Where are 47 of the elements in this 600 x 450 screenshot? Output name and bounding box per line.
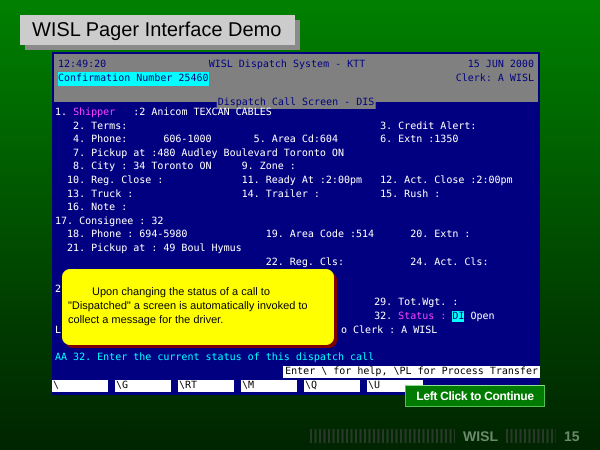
status-message: AA 32. Enter the current status of this dispatch call — [54, 350, 376, 365]
field-text: 606-1000 — [163, 133, 212, 147]
function-key[interactable]: \Q — [304, 380, 360, 392]
field-text: L — [55, 324, 62, 338]
footer-brand: WISL — [463, 428, 498, 444]
field-text: 18. Phone : 694-5980 — [67, 228, 188, 242]
help-bar: Enter \ for help, \PL for Process Transfer — [283, 366, 540, 378]
function-key[interactable]: \RT — [178, 380, 234, 392]
clock-time: 12:49:20 — [58, 58, 106, 72]
field-text: 29. Tot.Wgt. : — [374, 296, 458, 310]
field-text: 4. Phone: — [73, 133, 128, 147]
field-text: 20. Extn : — [410, 228, 470, 242]
page-number: 15 — [564, 428, 580, 444]
field-text: 12. Act. Close :2:00pm — [380, 174, 513, 188]
function-key[interactable]: \ — [52, 380, 108, 392]
function-key[interactable]: \M — [241, 380, 297, 392]
active-field: 1. Shipper :2 Anicom TEXCAN CABLES — [55, 106, 272, 120]
slide-title: WISL Pager Interface Demo — [32, 19, 282, 42]
field-text: 17. Consignee : 32 — [55, 214, 164, 228]
field-text: 16. Note : — [67, 201, 128, 215]
field-text: 9. Zone : — [242, 160, 296, 174]
confirmation-number: Confirmation Number 25460 — [58, 72, 209, 86]
field-text: 13. Truck : — [67, 188, 134, 202]
field-text: 10. Reg. Close : — [67, 174, 164, 188]
field-text: 2 — [55, 282, 62, 296]
system-title: WISL Dispatch System - KTT — [208, 58, 366, 72]
field-text: 19. Area Code :514 — [266, 228, 374, 242]
field-text: 22. Reg. Cls: — [266, 256, 344, 270]
field-text: 3. Credit Alert: — [380, 120, 476, 134]
screen-name: Dispatch Call Screen - DIS — [216, 97, 376, 109]
field-text: 14. Trailer : — [242, 188, 320, 202]
field-text: 7. Pickup at :480 Audley Boulevard Toronto ON — [73, 146, 344, 160]
field-text: 8. City : 34 Toronto ON — [73, 160, 212, 174]
function-key[interactable]: \G — [115, 380, 171, 392]
field-text: 21. Pickup at : 49 Boul Hymus — [67, 242, 242, 256]
field-text: 6. Extn :1350 — [380, 133, 458, 147]
field-text: 24. Act. Cls: — [410, 256, 488, 270]
clerk-text: Clerk: A WISL — [456, 72, 534, 86]
field-text: 11. Ready At :2:00pm — [242, 174, 362, 188]
field-text: 15. Rush : — [380, 188, 440, 202]
field-text: 5. Area Cd:604 — [254, 133, 338, 147]
field-text: o Clerk : A WISL — [340, 324, 438, 338]
continue-button[interactable]: Left Click to Continue — [405, 385, 545, 407]
active-field: 32. Status : DI Open — [374, 310, 495, 324]
date-text: 15 JUN 2000 — [468, 58, 534, 72]
field-text: 2. Terms: — [73, 120, 128, 134]
callout-note: Upon changing the status of a call to "Dispatched" a screen is automatically invoked to collect a message for the driver. — [62, 269, 334, 345]
